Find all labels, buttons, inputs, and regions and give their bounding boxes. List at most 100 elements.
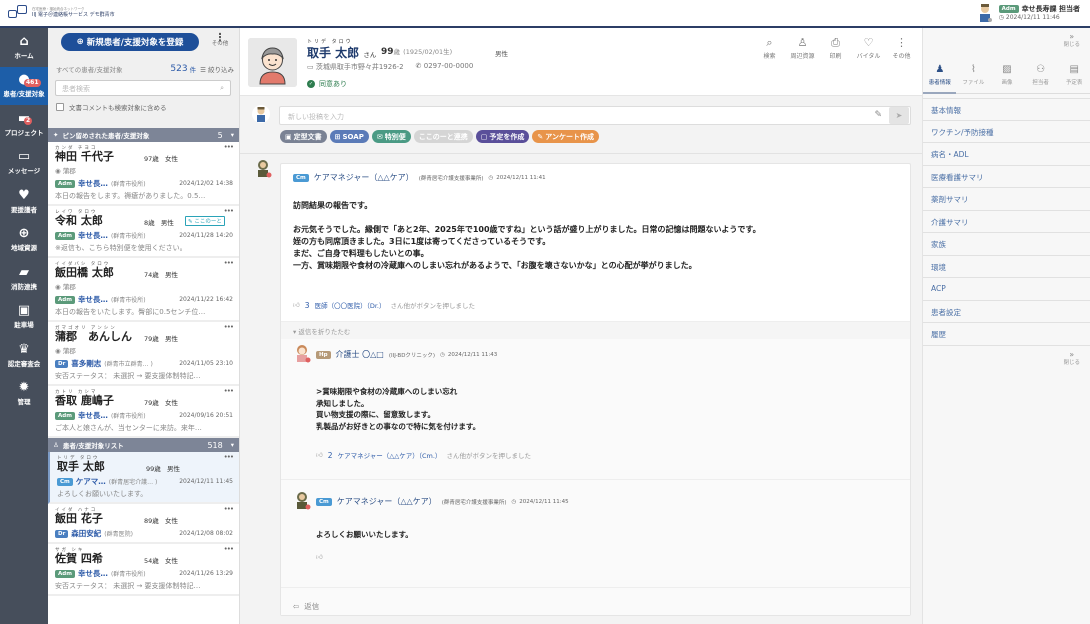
sidenav-item[interactable]: ⊕ 地域資源	[0, 221, 48, 260]
info-menu-item[interactable]: 患者設定	[923, 300, 1090, 323]
sidenav-item[interactable]: ▬2プロジェクト	[0, 105, 48, 144]
patient-card[interactable]: レイワ タロウ 令和 太郎 8歳 男性 ✎ ここのーと ••• Adm 幸せ長……	[48, 206, 239, 258]
composer-chip[interactable]: ✎ アンケート作成	[532, 130, 599, 143]
patient-list-section-header[interactable]: ♙ 患者/支援対象リスト 518 ▾	[48, 438, 239, 452]
reply-author[interactable]: ケアマネジャー（△△ケア）	[337, 496, 437, 507]
send-button[interactable]: ➤	[889, 107, 909, 124]
action-more-vertical-button[interactable]: ⋮ その他	[885, 37, 918, 60]
include-comments-checkbox[interactable]	[56, 103, 64, 111]
patient-card[interactable]: カトリ カシマ 香取 鹿嶋子 79歳 女性 ••• Adm 幸せ長… (群青市役…	[48, 386, 239, 438]
card-menu-icon[interactable]: •••	[224, 143, 234, 151]
like-who[interactable]: 医師（〇〇医院）（Dr.）	[315, 300, 386, 310]
info-menu-item[interactable]: 薬剤サマリ	[923, 188, 1090, 211]
info-menu-item[interactable]: 介護サマリ	[923, 210, 1090, 233]
all-patients-label: すべての患者/支援対象	[56, 66, 123, 74]
last-author-org: (群青居宅介護… )	[108, 479, 158, 486]
last-post-meta: Cm ケアマ… (群青居宅介護… ) 2024/12/11 11:45	[57, 476, 233, 487]
composer-chip[interactable]: ▣ 定型文書	[280, 130, 327, 143]
age-sex: 79歳 男性	[144, 333, 178, 343]
location: ◉ 蒲郡	[55, 281, 233, 291]
search-icon[interactable]: ⌕	[220, 84, 224, 92]
thumbs-up-icon[interactable]: 👍︎	[316, 451, 323, 459]
user-role-badge: Adm	[998, 5, 1019, 14]
register-patient-button[interactable]: ⊕ 新規患者/支援対象を登録	[61, 33, 199, 51]
info-menu-item[interactable]: 環境	[923, 255, 1090, 278]
info-tab[interactable]: ▤ 予定表	[1058, 64, 1090, 93]
sidenav-item[interactable]: ▭ メッセージ	[0, 144, 48, 183]
more-options-button[interactable]: ⋮ その他	[208, 32, 232, 48]
info-tab[interactable]: ⌇ ファイル	[957, 64, 990, 93]
info-menu-item[interactable]: 家族	[923, 233, 1090, 256]
patient-search-input[interactable]: 患者検索 ⌕	[55, 80, 231, 96]
composer-chip[interactable]: ▢ 予定を作成	[475, 130, 530, 143]
info-tab[interactable]: ♟ 患者情報	[923, 64, 957, 94]
printer-icon: ⎙	[831, 36, 840, 49]
clock-icon: ◷	[998, 13, 1004, 21]
thumbs-up-icon[interactable]: 👍︎	[293, 301, 300, 309]
thumbs-up-icon[interactable]: 👍︎	[316, 553, 323, 561]
patient-card[interactable]: トリデ タロウ 取手 太郎 99歳 男性 ••• Cm ケアマ… (群青居宅介護…	[48, 452, 239, 504]
patient-card[interactable]: サガ シキ 佐賀 四希 54歳 女性 ••• Adm 幸せ長… (群青市役所) …	[48, 544, 239, 596]
composer-chip[interactable]: ⊞ SOAP	[329, 130, 369, 143]
kokono-tag: ✎ ここのーと	[185, 216, 225, 226]
pinned-section-header[interactable]: ✦ ピン留めされた患者/支援対象 5 ▾	[48, 128, 239, 142]
sidenav-item[interactable]: ●461患者/支援対象	[0, 66, 48, 105]
card-menu-icon[interactable]: •••	[224, 207, 234, 215]
search-icon: ⌕	[766, 36, 773, 49]
birth-date: (1925/02/01生)	[403, 48, 453, 56]
like-who[interactable]: ケアマネジャー（△△ケア）（Cm.）	[338, 450, 442, 460]
send-icon: ➤	[895, 111, 903, 120]
card-menu-icon[interactable]: •••	[224, 259, 234, 267]
card-menu-icon[interactable]: •••	[224, 387, 234, 395]
post-author[interactable]: ケアマネジャー（△△ケア）	[314, 172, 414, 183]
patient-card[interactable]: カンダ チヨコ 神田 千代子 97歳 女性 ••• ◉ 蒲郡 Adm 幸せ長… …	[48, 142, 239, 206]
info-menu-item[interactable]: 基本情報	[923, 98, 1090, 121]
reply-button[interactable]: ⇦ 返信	[293, 601, 319, 612]
age: 99歳	[146, 465, 161, 473]
current-user[interactable]: Adm 幸せ長寿課 担当者 ◷ 2024/12/11 11:46	[977, 3, 1080, 23]
action-search-button[interactable]: ⌕ 検索	[753, 37, 786, 60]
age-sex: 79歳 女性	[144, 397, 178, 407]
info-menu-item[interactable]: 履歴	[923, 323, 1090, 346]
sidenav-item[interactable]: ⌂ ホーム	[0, 28, 48, 67]
card-menu-icon[interactable]: •••	[224, 545, 234, 553]
patient-phone[interactable]: 0297-00-0000	[424, 62, 474, 70]
sidenav-item[interactable]: ▰ 消防連携	[0, 259, 48, 298]
sidenav-item[interactable]: ▣ 駐車場	[0, 298, 48, 337]
info-tab[interactable]: ▨ 画像	[990, 64, 1023, 93]
collapse-replies-button[interactable]: ▾ 返信を折りたたむ	[281, 321, 910, 339]
info-menu-item[interactable]: 病名・ADL	[923, 143, 1090, 166]
patient-card[interactable]: ガマゴオリ アンシン 蒲郡 あんしん 79歳 男性 ••• ◉ 蒲郡 Dr 喜多…	[48, 322, 239, 386]
last-post-date: 2024/11/05 23:10	[179, 360, 233, 367]
filter-button[interactable]: ☰ 絞り込み	[200, 64, 234, 74]
info-menu-item[interactable]: ワクチン/予防接種	[923, 120, 1090, 143]
attach-paperclip-icon[interactable]: ✎	[874, 110, 882, 120]
new-post-input[interactable]: 新しい投稿を入力	[279, 106, 911, 125]
chevron-down-icon[interactable]: ▾	[231, 441, 234, 449]
chevron-down-icon[interactable]: ▾	[231, 131, 234, 139]
app-logo[interactable]: 在宅医療・福祉統合ネットワーク IIJ 電子＠連絡帳サービス デモ群青市	[8, 5, 115, 21]
honorific: さん	[363, 51, 377, 59]
action-person-outline-button[interactable]: ♙ 周辺資源	[786, 37, 819, 60]
info-menu-item[interactable]: ACP	[923, 278, 1090, 301]
sidenav-item[interactable]: ✹ 管理	[0, 375, 48, 414]
pinned-list: カンダ チヨコ 神田 千代子 97歳 女性 ••• ◉ 蒲郡 Adm 幸せ長… …	[48, 142, 239, 438]
info-menu-item[interactable]: 医療看護サマリ	[923, 165, 1090, 188]
age: 79歳	[144, 399, 159, 407]
card-menu-icon[interactable]: •••	[224, 453, 234, 461]
action-heart-pulse-button[interactable]: ♡ バイタル	[852, 37, 885, 60]
info-tab[interactable]: ⚇ 担当者	[1024, 64, 1057, 93]
more-vertical-icon: ⋮	[896, 36, 907, 49]
composer-chip[interactable]: ✉ 特別便	[371, 130, 411, 143]
patient-card[interactable]: イイダ ハナコ 飯田 花子 89歳 女性 ••• Dr 森田安紀 (群青医院) …	[48, 504, 239, 544]
sidenav-item[interactable]: ♛ 認定審査会	[0, 336, 48, 375]
reply-author[interactable]: 介護士 〇△□	[336, 349, 384, 360]
card-menu-icon[interactable]: •••	[224, 505, 234, 513]
card-menu-icon[interactable]: •••	[224, 323, 234, 331]
sidenav-item[interactable]: ♥ 要援護者	[0, 182, 48, 221]
pinned-count: 5	[217, 130, 223, 140]
close-panel-button-bottom[interactable]: » 閉じる	[1063, 350, 1080, 368]
patient-card[interactable]: イイダバシ タロウ 飯田橋 太郎 74歳 男性 ••• ◉ 蒲郡 Adm 幸せ長…	[48, 258, 239, 322]
action-printer-button[interactable]: ⎙ 印刷	[819, 37, 852, 60]
close-panel-button[interactable]: » 閉じる	[1063, 32, 1080, 50]
